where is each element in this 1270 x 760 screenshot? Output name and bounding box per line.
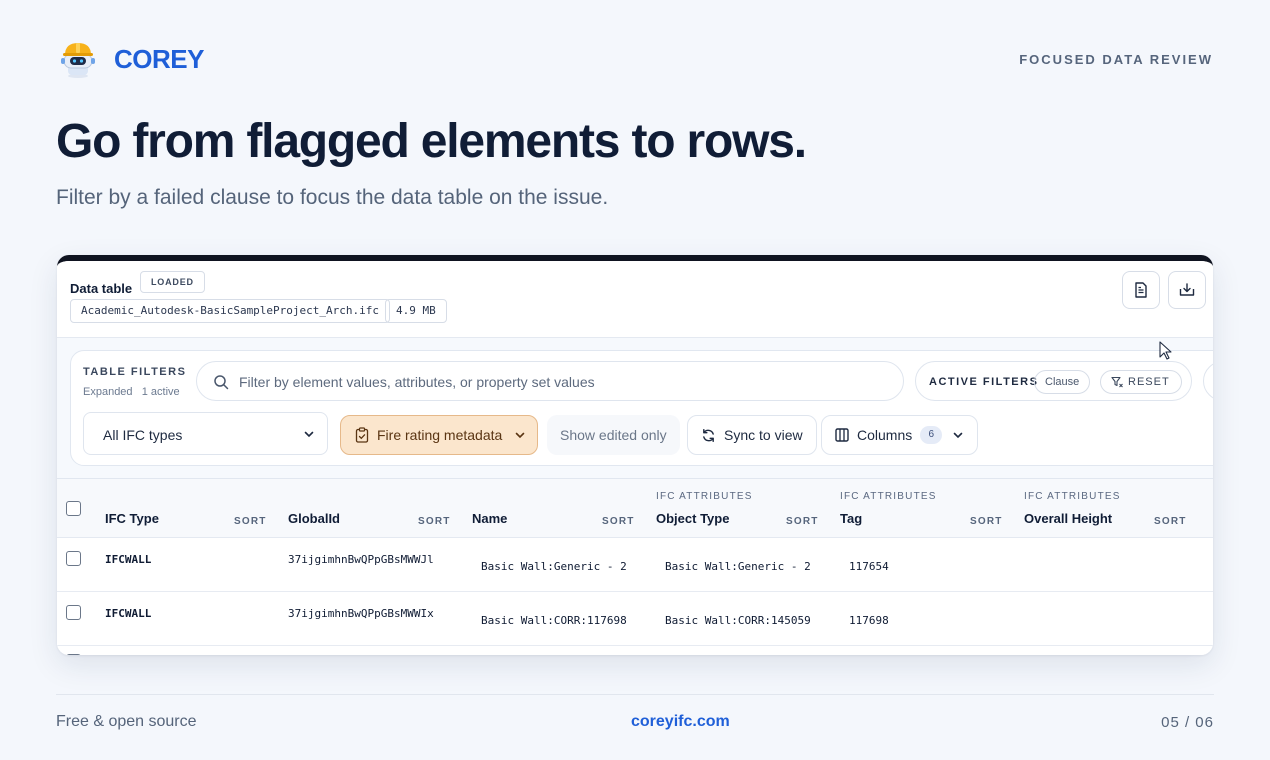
column-header-ifc-type[interactable]: IFC Type: [105, 511, 159, 526]
column-header-tag[interactable]: Tag: [840, 511, 862, 526]
refresh-icon: [703, 428, 714, 442]
chevron-down-icon: [953, 432, 963, 439]
column-header-object-type[interactable]: Object Type: [656, 511, 729, 526]
sort-button[interactable]: SORT: [786, 516, 819, 527]
panel-title: Data table: [70, 281, 133, 296]
subheadline: Filter by a failed clause to focus the d…: [56, 186, 609, 209]
brand-name: COREY: [114, 44, 204, 74]
search-placeholder: Filter by element values, attributes, or…: [239, 374, 595, 390]
columns-button[interactable]: Columns 6: [821, 415, 979, 455]
table-header: IFC Type SORT GlobalId SORT Name SORT IF…: [57, 479, 1213, 538]
headline: Go from flagged elements to rows.: [56, 115, 807, 168]
show-edited-only-toggle[interactable]: Show edited only: [547, 415, 680, 455]
search-input[interactable]: Filter by element values, attributes, or…: [196, 361, 904, 401]
active-filter-chip[interactable]: Clause: [1034, 370, 1091, 394]
ifc-type-select[interactable]: All IFC types: [83, 412, 328, 455]
column-group-label: IFC ATTRIBUTES: [840, 491, 937, 502]
cell-globalid: 37ijgimhnBwQPpGBsMWWIx: [288, 607, 434, 620]
filters-title: TABLE FILTERS: [83, 366, 187, 378]
status-badge: LOADED: [140, 271, 205, 293]
sync-to-view-button[interactable]: Sync to view: [687, 415, 817, 455]
sort-button[interactable]: SORT: [234, 516, 267, 527]
row-checkbox[interactable]: [66, 551, 81, 566]
cell-name: Basic Wall:CORR:117698: [481, 614, 627, 627]
row-checkbox[interactable]: [66, 654, 81, 655]
sort-button[interactable]: SORT: [1154, 516, 1187, 527]
cell-tag: 117654: [849, 560, 889, 573]
corey-logo: [58, 40, 98, 80]
data-table: IFC Type SORT GlobalId SORT Name SORT IF…: [57, 478, 1213, 655]
columns-count-badge: 6: [920, 426, 943, 444]
sort-button[interactable]: SORT: [418, 516, 451, 527]
cell-name: Basic Wall:Generic - 2: [481, 560, 627, 573]
columns-icon: [835, 428, 849, 442]
cell-ifc-type: IFCWALL: [105, 607, 152, 620]
data-table-panel: Data table LOADED Academic_Autodesk-Basi…: [57, 255, 1213, 655]
fire-rating-preset-button[interactable]: Fire rating metadata: [340, 415, 538, 455]
filters-active-count: 1 active: [141, 386, 180, 398]
panel-body: TABLE FILTERS Expanded 1 active Filter b…: [57, 338, 1213, 655]
website-link[interactable]: coreyifc.com: [631, 713, 730, 731]
reset-filters-button[interactable]: RESET: [1100, 370, 1182, 394]
cell-object-type: Basic Wall:CORR:145059: [665, 614, 811, 627]
chevron-down-icon: [304, 431, 314, 438]
filter-overflow-control[interactable]: [1203, 361, 1213, 401]
row-checkbox[interactable]: [66, 605, 81, 620]
ifc-type-value: All IFC types: [103, 427, 183, 443]
sort-button[interactable]: SORT: [970, 516, 1003, 527]
panel-header: Data table LOADED Academic_Autodesk-Basi…: [57, 261, 1213, 338]
column-header-globalid[interactable]: GlobalId: [288, 511, 340, 526]
cell-ifc-type: IFCWALL: [105, 553, 152, 566]
cell-object-type: Basic Wall:Generic - 2: [665, 560, 811, 573]
report-button[interactable]: [1122, 271, 1160, 309]
table-row[interactable]: IFCWALL 37ijgimhnBwQPpGBsMWWIx Basic Wal…: [57, 592, 1213, 646]
table-row[interactable]: IFCWALL 37ijgimhnBwQPpGBsMWWJl Basic Wal…: [57, 538, 1213, 592]
chevron-down-icon: [515, 432, 525, 439]
column-header-overall-height[interactable]: Overall Height: [1024, 511, 1112, 526]
page-indicator: 05 / 06: [1161, 714, 1214, 731]
download-button[interactable]: [1168, 271, 1206, 309]
footer-divider: [56, 694, 1214, 695]
column-group-label: IFC ATTRIBUTES: [656, 491, 753, 502]
column-group-label: IFC ATTRIBUTES: [1024, 491, 1121, 502]
file-name: Academic_Autodesk-BasicSampleProject_Arc…: [70, 299, 391, 323]
section-eyebrow: FOCUSED DATA REVIEW: [1019, 52, 1213, 67]
file-text-icon: [1135, 282, 1147, 298]
select-all-checkbox[interactable]: [66, 501, 81, 516]
cell-globalid: 37ijgimhnBwQPpGBsMWWJl: [288, 553, 434, 566]
filters-status: Expanded 1 active: [83, 386, 180, 398]
file-size: 4.9 MB: [385, 299, 447, 323]
footer-tagline: Free & open source: [56, 713, 197, 730]
mouse-cursor-icon: [1159, 341, 1172, 360]
clipboard-check-icon: [355, 427, 369, 443]
cell-tag: 117698: [849, 614, 889, 627]
download-icon: [1179, 283, 1195, 296]
search-icon: [214, 375, 229, 390]
table-filters: TABLE FILTERS Expanded 1 active Filter b…: [70, 350, 1213, 466]
active-filters: ACTIVE FILTERS Clause RESET: [915, 361, 1192, 401]
active-filters-label: ACTIVE FILTERS: [929, 376, 1039, 388]
column-header-name[interactable]: Name: [472, 511, 507, 526]
columns-label: Columns: [857, 427, 913, 443]
filter-reset-icon: [1111, 376, 1123, 388]
fire-rating-label: Fire rating metadata: [377, 427, 503, 443]
filters-state: Expanded: [83, 386, 133, 398]
sort-button[interactable]: SORT: [602, 516, 635, 527]
sync-label: Sync to view: [724, 427, 803, 443]
reset-label: RESET: [1128, 376, 1170, 388]
